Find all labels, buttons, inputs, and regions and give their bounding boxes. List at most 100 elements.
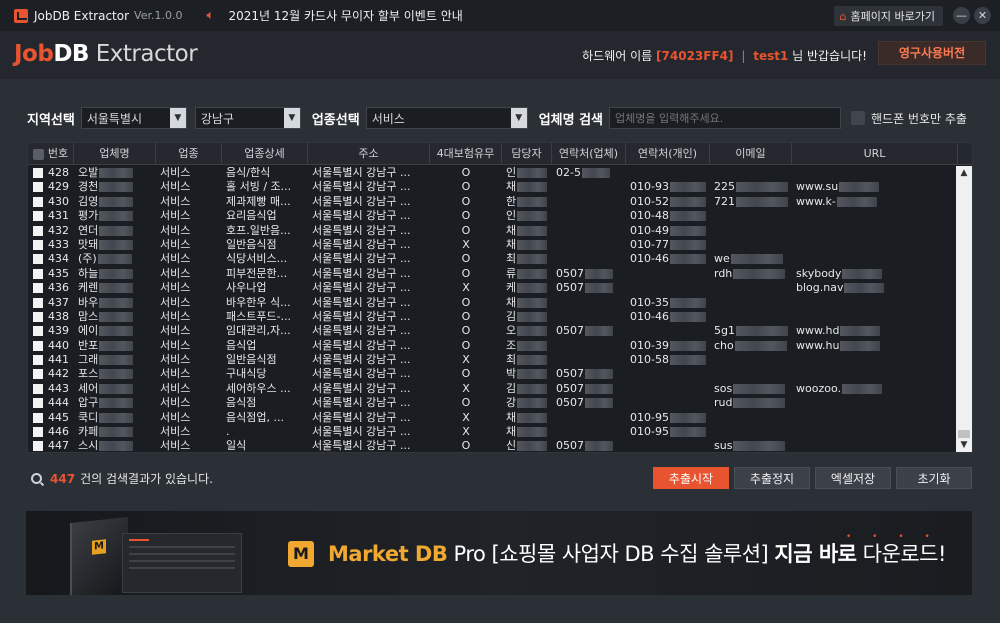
row-checkbox[interactable] <box>33 182 43 193</box>
row-checkbox[interactable] <box>33 268 43 279</box>
table-row[interactable]: 446 카페 서비스. 서울특별시 강남구 ... X 채 010-95 <box>28 425 958 439</box>
row-checkbox[interactable] <box>33 412 43 423</box>
homepage-button[interactable]: ⌂ 홈페이지 바로가기 <box>833 6 943 26</box>
column-header[interactable]: 연락처(업체) <box>552 143 626 164</box>
redacted-text <box>517 340 548 351</box>
row-checkbox[interactable] <box>33 239 43 250</box>
row-checkbox[interactable] <box>33 383 43 394</box>
checkbox-box[interactable] <box>851 111 866 125</box>
cell-addr: 서울특별시 강남구 ... <box>308 339 430 353</box>
cell-text: 구내식당 <box>226 367 267 381</box>
start-extract-button[interactable]: 추출시작 <box>653 467 729 489</box>
mobile-only-checkbox[interactable]: 핸드폰 번호만 추출 <box>851 110 967 127</box>
row-checkbox[interactable] <box>33 211 43 222</box>
select-all-checkbox[interactable] <box>32 148 44 160</box>
permanent-version-button[interactable]: 영구사용버전 <box>878 41 986 65</box>
redacted-text <box>733 441 786 452</box>
table-row[interactable]: 436 케렌 서비스 사우나업 서울특별시 강남구 ... X 케 0507 blog.nav <box>28 281 958 295</box>
table-body: 428 오발 서비스 음식/한식 서울특별시 강남구 ... O 인 02-5 429 경천 서비스… <box>28 166 958 452</box>
table-row[interactable]: 437 바우 서비스 바우한우 식... 서울특별시 강남구 ... O 채 010-35 <box>28 296 958 310</box>
result-text: 건의 검색결과가 있습니다. <box>80 472 213 486</box>
table-row[interactable]: 430 김영 서비스 제과제빵 매... 서울특별시 강남구 ... O 한 010-52 72… <box>28 195 958 209</box>
table-row[interactable]: 431 평가 서비스 요리음식업 서울특별시 강남구 ... O 인 010-48 <box>28 209 958 223</box>
table-row[interactable]: 429 경천 서비스 홀 서빙 / 조... 서울특별시 강남구 ... O 채 010-93… <box>28 180 958 194</box>
district-select[interactable]: 강남구 ▼ <box>194 107 301 129</box>
redacted-text <box>585 326 613 337</box>
close-button[interactable]: ✕ <box>974 7 991 24</box>
table-row[interactable]: 445 쿡디 서비스 음식점업, ... 서울특별시 강남구 ... X 채 010-95 <box>28 411 958 425</box>
row-checkbox[interactable] <box>33 297 43 308</box>
redacted-text <box>669 297 706 308</box>
row-checkbox[interactable] <box>33 283 43 294</box>
table-row[interactable]: 432 연더 서비스 호프.일반음... 서울특별시 강남구 ... O 채 010-49 <box>28 224 958 238</box>
column-header[interactable]: 담당자 <box>502 143 552 164</box>
table-row[interactable]: 442 포스 서비스 구내식당 서울특별시 강남구 ... O 박 0507 <box>28 367 958 381</box>
column-header[interactable]: 이메일 <box>710 143 792 164</box>
table-row[interactable]: 441 그래 서비스 일반음식점 서울특별시 강남구 ... X 최 010-58 <box>28 353 958 367</box>
cell-text: 카페 <box>78 425 99 439</box>
row-checkbox[interactable] <box>33 254 43 265</box>
promo-banner[interactable]: M M Market DB Pro [쇼핑몰 사업자 DB 수집 솔루션] 지금… <box>26 511 972 595</box>
stop-extract-button[interactable]: 추출정지 <box>734 467 810 489</box>
cell-text: 010-77 <box>630 237 669 251</box>
row-checkbox[interactable] <box>33 340 43 351</box>
minimize-button[interactable]: — <box>953 7 970 24</box>
save-excel-button[interactable]: 엑셀저장 <box>815 467 891 489</box>
scroll-up-icon[interactable]: ▲ <box>956 166 972 180</box>
table-row[interactable]: 428 오발 서비스 음식/한식 서울특별시 강남구 ... O 인 02-5 <box>28 166 958 180</box>
row-checkbox[interactable] <box>33 311 43 322</box>
redacted-text <box>99 427 134 438</box>
table-row[interactable]: 433 맛돼 서비스 일반음식점 서울특별시 강남구 ... X 채 010-77 <box>28 238 958 252</box>
column-header[interactable]: 업종상세 <box>222 143 308 164</box>
table-row[interactable]: 447 스시 서비스 일식 서울특별시 강남구 ... O 신 0507 sus <box>28 439 958 452</box>
table-row[interactable]: 444 압구 서비스 음식점 서울특별시 강남구 ... O 강 0507 rud <box>28 396 958 410</box>
row-checkbox[interactable] <box>33 355 43 366</box>
redacted-text <box>840 326 881 337</box>
column-header[interactable]: 주소 <box>308 143 430 164</box>
column-header[interactable]: URL <box>792 143 958 164</box>
row-checkbox[interactable] <box>33 326 43 337</box>
column-header-label: 연락처(개인) <box>637 147 698 160</box>
cell-text: 한 <box>506 194 517 208</box>
table-row[interactable]: 440 반포 서비스 음식업 서울특별시 강남구 ... O 조 010-39 cho www.h… <box>28 339 958 353</box>
column-header[interactable]: 4대보험유무 <box>430 143 502 164</box>
row-checkbox[interactable] <box>33 225 43 236</box>
column-header[interactable]: 번호 <box>28 143 74 164</box>
company-search-input[interactable] <box>609 107 842 129</box>
row-checkbox[interactable] <box>33 168 43 178</box>
industry-select[interactable]: 서비스 ▼ <box>365 107 528 129</box>
vertical-scrollbar[interactable]: ▲ ▼ <box>956 166 972 452</box>
cell-cell: 010-95 <box>626 411 710 425</box>
cell-type: 서비스 <box>156 439 222 452</box>
row-checkbox[interactable] <box>33 369 43 380</box>
row-checkbox[interactable] <box>33 427 43 438</box>
row-checkbox[interactable] <box>33 398 43 409</box>
table-row[interactable]: 435 하늘 서비스 피부전문한... 서울특별시 강남구 ... O 류 0507 rdh sk… <box>28 267 958 281</box>
cell-text: 010-49 <box>630 223 669 237</box>
column-header-label: 번호 <box>47 147 69 160</box>
table-row[interactable]: 443 세어 서비스 세어하우스 ... 서울특별시 강남구 ... X 김 0507 sos w… <box>28 382 958 396</box>
row-checkbox[interactable] <box>33 196 43 207</box>
cell-text: 서비스 <box>160 353 191 367</box>
cell-text: 010-46 <box>630 309 669 323</box>
cell-text: X <box>462 281 470 295</box>
scrollbar-thumb[interactable] <box>958 430 970 438</box>
mobile-only-label: 핸드폰 번호만 추출 <box>871 111 967 126</box>
column-header[interactable]: 연락처(개인) <box>626 143 710 164</box>
cell-text: 서울특별시 강남구 ... <box>312 396 411 410</box>
column-header[interactable]: 업체명 <box>74 143 156 164</box>
results-table[interactable]: 번호 업체명 업종 업종상세 주소 4대보험유무 담당자 연락처(업체) 연락처(개인) 이메일 U… <box>27 142 973 453</box>
notice-link[interactable]: 2021년 12월 카드사 무이자 할부 이벤트 안내 <box>228 7 462 24</box>
table-row[interactable]: 439 에이 서비스 임대관리,자... 서울특별시 강남구 ... O 오 0507 5g1 w… <box>28 324 958 338</box>
redacted-text <box>733 398 786 409</box>
scroll-down-icon[interactable]: ▼ <box>956 438 972 452</box>
cell-text: 010-58 <box>630 353 669 367</box>
city-select[interactable]: 서울특별시 ▼ <box>80 107 187 129</box>
row-checkbox[interactable] <box>33 441 43 452</box>
table-row[interactable]: 438 맘스 서비스 패스트푸드-... 서울특별시 강남구 ... O 김 010-46 <box>28 310 958 324</box>
column-header[interactable]: 업종 <box>156 143 222 164</box>
table-row[interactable]: 434 (주) 서비스 식당서비스... 서울특별시 강남구 ... O 최 010-46 we <box>28 252 958 266</box>
redacted-text <box>517 311 548 322</box>
cell-text: 0507 <box>556 324 584 338</box>
reset-button[interactable]: 초기화 <box>896 467 972 489</box>
